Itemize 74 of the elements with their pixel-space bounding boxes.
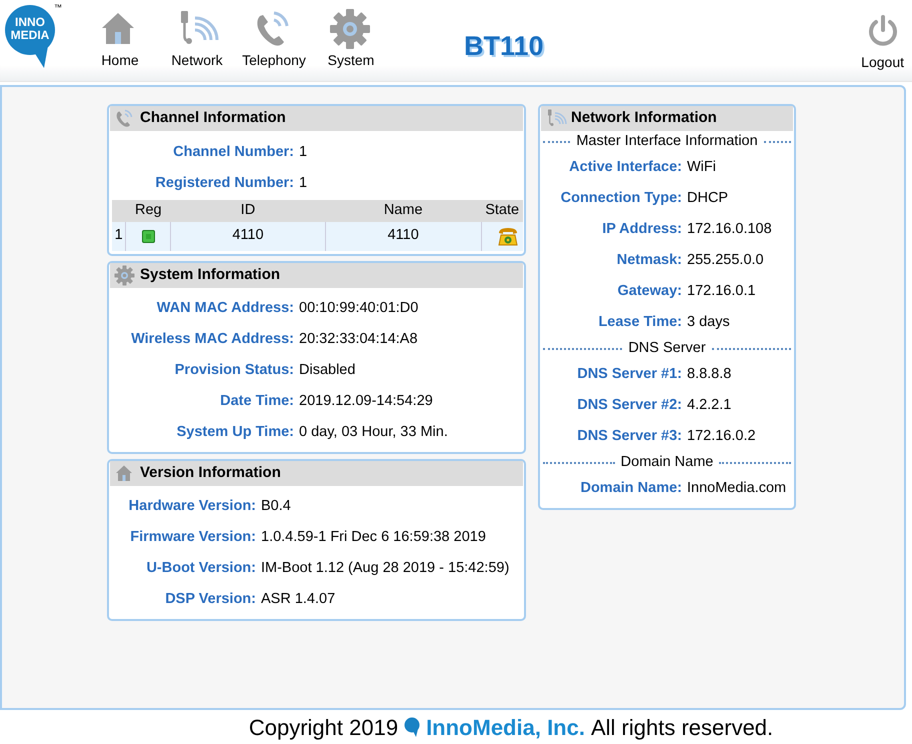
- nav-button[interactable]: Telephony: [240, 8, 308, 68]
- field-value: 1: [299, 174, 308, 193]
- field-value: 20:32:33:04:14:A8: [299, 330, 418, 350]
- field-value: DHCP: [687, 188, 728, 208]
- field-label: Connection Type:: [560, 188, 682, 208]
- telephone-icon: [497, 226, 519, 246]
- field-value: 255.255.0.0: [687, 250, 764, 270]
- field-value: 4.2.2.1: [687, 396, 732, 415]
- field-value: WiFi: [687, 158, 716, 177]
- field-label: DSP Version:: [164, 590, 256, 610]
- section-heading: Domain Name: [620, 452, 714, 472]
- logo-text: MEDIA: [10, 29, 50, 42]
- logo-text: INNO: [15, 16, 45, 29]
- field-label: IP Address:: [601, 220, 682, 239]
- logo-bubble-icon: [404, 717, 420, 737]
- company-link[interactable]: InnoMedia, Inc.: [426, 710, 585, 744]
- field-value: 0 day, 03 Hour, 33 Min.: [299, 423, 448, 442]
- column-header: State: [485, 202, 520, 218]
- field-value: B0.4: [261, 497, 291, 516]
- field-label: Date Time:: [219, 392, 294, 412]
- field-label: Firmware Version:: [129, 528, 256, 548]
- card-title: System Information: [140, 265, 280, 285]
- card-title: Version Information: [140, 463, 281, 483]
- nav-button[interactable]: Network: [163, 8, 231, 68]
- gear-icon: [114, 264, 136, 286]
- column-header: ID: [240, 202, 256, 218]
- field-label: WAN MAC Address:: [156, 299, 294, 318]
- field-label: Active Interface:: [568, 158, 682, 177]
- nav-button[interactable]: Home: [86, 8, 154, 68]
- nav-button[interactable]: System: [317, 8, 385, 68]
- field-value: IM-Boot 1.12 (Aug 28 2019 - 15:42:59): [261, 559, 510, 578]
- plug-wifi-icon: [545, 108, 567, 129]
- field-label: DNS Server #3:: [576, 426, 682, 446]
- field-value: 00:10:99:40:01:D0: [299, 299, 418, 318]
- section-heading: DNS Server: [628, 338, 706, 358]
- field-label: Netmask:: [616, 250, 682, 270]
- column-header: Name: [384, 202, 423, 218]
- field-label: System Up Time:: [176, 423, 294, 442]
- field-value: InnoMedia.com: [687, 478, 786, 498]
- logout-button[interactable]: Logout: [861, 14, 904, 73]
- row-number: 1: [114, 227, 123, 244]
- field-value: 3 days: [687, 312, 730, 332]
- card-title: Channel Information: [140, 108, 286, 128]
- column-header: Reg: [135, 202, 162, 218]
- table-cell: 4110: [388, 227, 419, 244]
- field-value: 1: [299, 142, 308, 162]
- field-label: Domain Name:: [579, 478, 682, 498]
- table-cell: 4110: [232, 227, 264, 244]
- field-label: Provision Status:: [174, 361, 294, 380]
- trademark: ™: [54, 2, 62, 14]
- field-label: Lease Time:: [597, 312, 682, 332]
- device-title: BT110: [464, 30, 544, 63]
- field-value: 8.8.8.8: [687, 364, 732, 384]
- field-label: Wireless MAC Address:: [130, 330, 294, 350]
- copyright-text: All rights reserved.: [590, 714, 774, 742]
- field-label: U-Boot Version:: [145, 559, 256, 578]
- field-label: Hardware Version:: [128, 497, 256, 516]
- field-label: DNS Server #2:: [576, 396, 682, 415]
- copyright-text: Copyright 2019: [248, 714, 398, 742]
- field-label: Channel Number:: [172, 142, 294, 162]
- gear-icon: [329, 8, 373, 50]
- field-label: Registered Number:: [154, 174, 294, 193]
- field-value: 172.16.0.1: [687, 282, 756, 301]
- field-value: 2019.12.09-14:54:29: [299, 392, 433, 412]
- field-label: Gateway:: [616, 282, 682, 301]
- field-value: 172.16.0.2: [687, 426, 756, 446]
- field-value: 1.0.4.59-1 Fri Dec 6 16:59:38 2019: [261, 528, 486, 548]
- field-value: ASR 1.4.07: [261, 590, 336, 610]
- field-value: 172.16.0.108: [687, 220, 772, 239]
- speech-bubble-icon: [4, 4, 56, 68]
- card-title: Network Information: [571, 108, 717, 128]
- section-heading: Master Interface Information: [576, 132, 758, 151]
- field-value: Disabled: [299, 361, 356, 380]
- field-label: DNS Server #1:: [576, 364, 682, 384]
